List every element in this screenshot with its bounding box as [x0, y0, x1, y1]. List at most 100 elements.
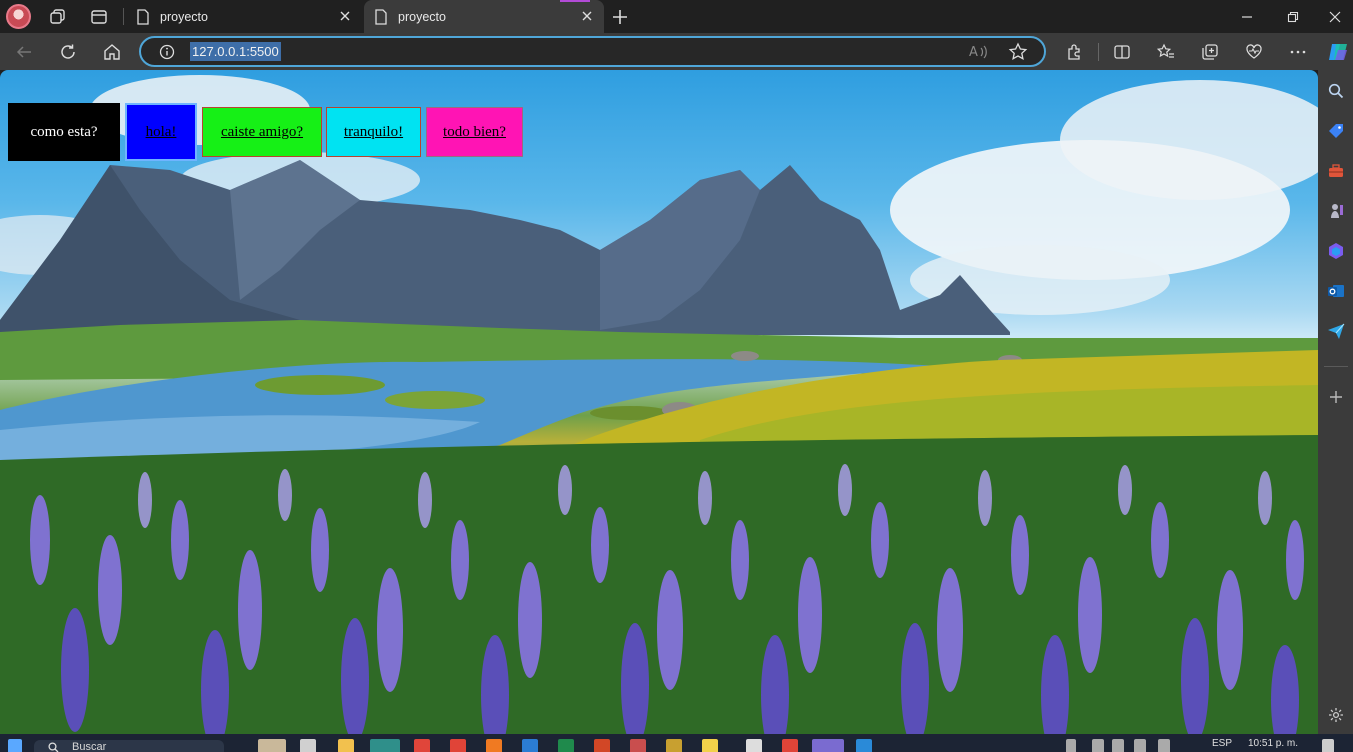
word-icon[interactable]: [522, 739, 538, 752]
close-tab-icon[interactable]: [580, 9, 594, 23]
tray-chevron-icon[interactable]: [1066, 739, 1076, 752]
settings-more-button[interactable]: [1284, 38, 1312, 66]
chess-piece-icon: [1331, 204, 1343, 218]
tab-title: proyecto: [160, 9, 208, 24]
sidebar-settings-button[interactable]: [1327, 706, 1345, 724]
favorites-list-icon: [1157, 43, 1174, 58]
site-info-icon[interactable]: [159, 44, 175, 60]
todo-bien-button[interactable]: todo bien?: [426, 107, 523, 157]
page-viewport: como esta? hola! caiste amigo? tranquilo…: [0, 70, 1318, 734]
clock[interactable]: 10:51 p. m.: [1248, 738, 1298, 749]
restore-button[interactable]: [1270, 0, 1316, 33]
search-icon: [1328, 83, 1344, 99]
chrome-icon-2[interactable]: [782, 739, 798, 752]
browser-essentials-button[interactable]: [1240, 38, 1268, 66]
back-arrow-icon: [16, 46, 31, 58]
app-icon-red-2[interactable]: [630, 739, 646, 752]
tab-active[interactable]: proyecto: [364, 0, 604, 33]
close-icon: [1329, 11, 1340, 22]
favorite-star-icon[interactable]: [1008, 42, 1028, 62]
collections-button[interactable]: [1196, 38, 1224, 66]
discord-icon[interactable]: [812, 739, 844, 752]
close-window-button[interactable]: [1316, 0, 1353, 33]
app-icon-red[interactable]: [414, 739, 430, 752]
read-aloud-icon[interactable]: A: [968, 42, 990, 62]
shopping-tag-icon: [1329, 124, 1343, 138]
toolbox-icon: [1329, 164, 1343, 177]
media-player-icon[interactable]: [702, 739, 718, 752]
battery-icon[interactable]: [1134, 739, 1146, 752]
volume-icon[interactable]: [1158, 739, 1170, 752]
app-icon-gold[interactable]: [666, 739, 682, 752]
search-icon: [48, 742, 59, 752]
start-icon[interactable]: [8, 739, 22, 752]
new-tab-icon[interactable]: [608, 5, 632, 29]
edge-sidebar: [1318, 70, 1353, 734]
refresh-icon: [61, 44, 75, 59]
tab-actions-icon[interactable]: [86, 4, 112, 30]
browser-toolbar: 127.0.0.1:5500 A: [0, 33, 1353, 70]
collections-icon: [1202, 44, 1218, 60]
address-bar[interactable]: 127.0.0.1:5500 A: [139, 36, 1046, 67]
puzzle-icon: [1068, 44, 1080, 60]
refresh-button[interactable]: [54, 38, 82, 66]
minimize-button[interactable]: [1224, 0, 1270, 33]
sidebar-copilot-button[interactable]: [1327, 242, 1345, 260]
notifications-icon[interactable]: [1322, 739, 1334, 752]
edge-taskbar-icon[interactable]: [370, 739, 400, 752]
home-icon: [104, 44, 120, 60]
file-explorer-icon[interactable]: [338, 739, 354, 752]
microsoft-365-icon: [1329, 243, 1343, 259]
sidebar-search-button[interactable]: [1327, 82, 1345, 100]
copilot-button[interactable]: [1324, 38, 1352, 66]
tray-app-icon[interactable]: [1092, 739, 1104, 752]
more-dots-icon: [1290, 50, 1306, 54]
profile-avatar[interactable]: [6, 4, 31, 29]
windows-taskbar: Buscar ESP 10:51 p. m.: [0, 734, 1353, 752]
app-icon-orange[interactable]: [486, 739, 502, 752]
sidebar-tools-button[interactable]: [1327, 162, 1345, 180]
tranquilo-button[interactable]: tranquilo!: [326, 107, 421, 157]
app-icon-white[interactable]: [746, 739, 762, 752]
tab-strip: proyecto proyecto: [0, 0, 1353, 33]
outlook-icon: [1328, 285, 1344, 297]
back-button[interactable]: [10, 38, 38, 66]
task-view-icon[interactable]: [300, 739, 316, 752]
home-button[interactable]: [98, 38, 126, 66]
sidebar-separator: [1324, 366, 1348, 367]
vscode-icon[interactable]: [856, 739, 872, 752]
plus-icon: [1330, 391, 1342, 403]
close-tab-icon[interactable]: [338, 9, 352, 23]
svg-text:A: A: [969, 45, 978, 60]
chrome-icon[interactable]: [450, 739, 466, 752]
split-screen-button[interactable]: [1108, 38, 1136, 66]
sidebar-outlook-button[interactable]: [1327, 282, 1345, 300]
restore-icon: [1287, 11, 1299, 22]
page-icon: [137, 8, 149, 25]
powerpoint-icon[interactable]: [594, 739, 610, 752]
tab-separator: [123, 8, 124, 25]
sidebar-add-button[interactable]: [1327, 388, 1345, 406]
extensions-button[interactable]: [1060, 38, 1088, 66]
split-screen-icon: [1114, 45, 1130, 59]
excel-icon[interactable]: [558, 739, 574, 752]
tab-inactive[interactable]: proyecto: [126, 0, 362, 33]
taskbar-search-placeholder: Buscar: [72, 741, 107, 752]
como-esta-button[interactable]: como esta?: [8, 103, 120, 161]
favorites-button[interactable]: [1152, 38, 1180, 66]
workspaces-icon[interactable]: [45, 4, 71, 30]
sidebar-send-button[interactable]: [1327, 322, 1345, 340]
url-text[interactable]: 127.0.0.1:5500: [190, 42, 281, 61]
sidebar-shopping-button[interactable]: [1327, 122, 1345, 140]
hola-button[interactable]: hola!: [125, 103, 197, 161]
tab-accent-line: [560, 0, 590, 2]
language-indicator[interactable]: ESP: [1212, 738, 1232, 749]
wifi-icon[interactable]: [1112, 739, 1124, 752]
widget-icon[interactable]: [258, 739, 286, 752]
paper-plane-icon: [1328, 323, 1345, 339]
caiste-amigo-button[interactable]: caiste amigo?: [202, 107, 322, 157]
taskbar-search[interactable]: Buscar: [34, 740, 224, 752]
page-icon: [375, 8, 387, 25]
sidebar-games-button[interactable]: [1327, 202, 1345, 220]
copilot-icon: [1329, 44, 1347, 60]
